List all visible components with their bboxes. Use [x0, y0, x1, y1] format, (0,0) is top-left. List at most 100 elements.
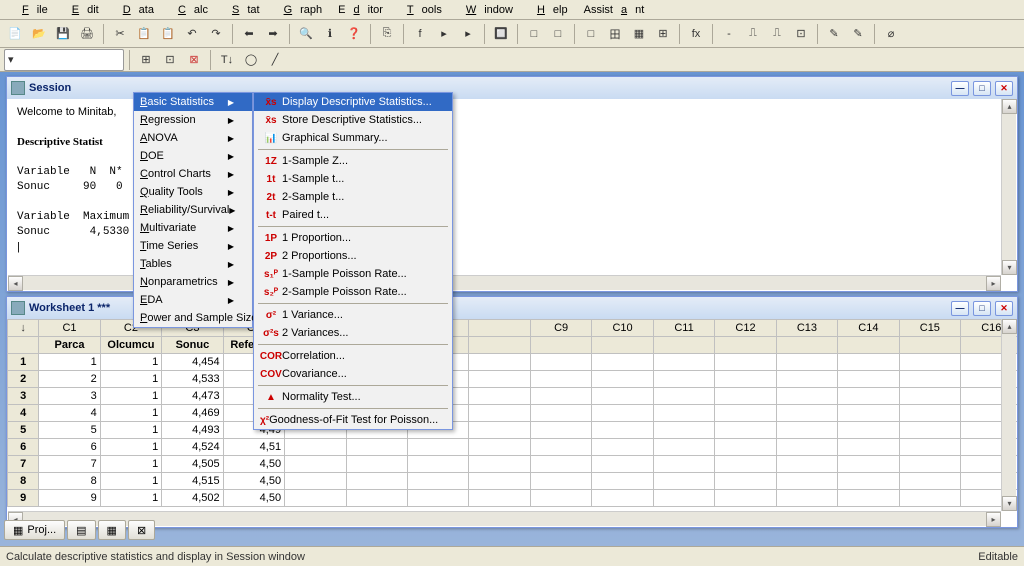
scroll-up-icon[interactable]: ▴ — [1002, 99, 1017, 114]
basic-stats-item[interactable]: 2t2-Sample t... — [254, 188, 452, 206]
tool-button[interactable]: ⎍ — [766, 23, 788, 45]
tool-dropdown-1[interactable]: ▾ — [4, 49, 124, 71]
tool-button[interactable]: 田 — [604, 23, 626, 45]
scroll-right-icon[interactable]: ▸ — [986, 512, 1001, 527]
scroll-up-icon[interactable]: ▴ — [1002, 319, 1017, 334]
scroll-right-icon[interactable]: ▸ — [986, 276, 1001, 291]
tool-button[interactable]: ✂ — [109, 23, 131, 45]
tool-button[interactable]: ✎ — [823, 23, 845, 45]
stat-menu-item[interactable]: Power and Sample Size▶ — [134, 309, 252, 327]
stat-menu-item[interactable]: Reliability/Survival▶ — [134, 201, 252, 219]
menu-data[interactable]: Data — [107, 2, 162, 18]
stat-menu[interactable]: Basic Statistics▶Regression▶ANOVA▶DOE▶Co… — [133, 92, 253, 328]
session-min[interactable]: — — [951, 81, 969, 96]
stat-menu-item[interactable]: DOE▶ — [134, 147, 252, 165]
menu-graph[interactable]: Graph — [268, 2, 331, 18]
menu-file[interactable]: File — [6, 2, 56, 18]
tool-button[interactable]: 🔲 — [490, 23, 512, 45]
tool-button[interactable]: ⎍ — [742, 23, 764, 45]
tool-button[interactable]: ▸ — [433, 23, 455, 45]
basic-stats-item[interactable]: x̄sDisplay Descriptive Statistics... — [254, 93, 452, 111]
tool-button[interactable]: fx — [685, 23, 707, 45]
session-vscroll[interactable]: ▴ ▾ — [1001, 99, 1016, 275]
menu-editor[interactable]: Editor — [330, 2, 391, 18]
worksheet-min[interactable]: — — [951, 301, 969, 316]
worksheet-vscroll[interactable]: ▴ ▾ — [1001, 319, 1016, 511]
worksheet-grid[interactable]: ↓C1C2C3C4C9C10C11C12C13C14C15C16C17C18Pa… — [7, 319, 1017, 507]
basic-statistics-menu[interactable]: x̄sDisplay Descriptive Statistics...x̄sS… — [253, 92, 453, 430]
tool-button[interactable]: 📂 — [28, 23, 50, 45]
tool-button[interactable]: f — [409, 23, 431, 45]
tool-button[interactable]: ↶ — [181, 23, 203, 45]
session-max[interactable]: □ — [973, 81, 991, 96]
basic-stats-item[interactable]: CORCorrelation... — [254, 347, 452, 365]
stat-menu-item[interactable]: Basic Statistics▶ — [134, 93, 252, 111]
stat-menu-item[interactable]: Nonparametrics▶ — [134, 273, 252, 291]
task-session[interactable]: ▤ — [67, 520, 95, 540]
basic-stats-item[interactable]: t-tPaired t... — [254, 206, 452, 224]
worksheet-max[interactable]: □ — [973, 301, 991, 316]
menu-edit[interactable]: Edit — [56, 2, 107, 18]
basic-stats-item[interactable]: 📊Graphical Summary... — [254, 129, 452, 147]
tool-button[interactable]: ℹ — [319, 23, 341, 45]
tool-button[interactable]: 📋 — [133, 23, 155, 45]
stat-menu-item[interactable]: EDA▶ — [134, 291, 252, 309]
tool-button[interactable]: ➡ — [262, 23, 284, 45]
menu-window[interactable]: Window — [450, 2, 521, 18]
tool-button[interactable]: ↷ — [205, 23, 227, 45]
tool-button[interactable]: 📋 — [157, 23, 179, 45]
basic-stats-item[interactable]: ▲Normality Test... — [254, 388, 452, 406]
tool-button[interactable]: ⌀ — [880, 23, 902, 45]
tool-extra-4[interactable]: T↓ — [216, 49, 238, 71]
menu-tools[interactable]: Tools — [391, 2, 450, 18]
tool-button[interactable]: ❓ — [343, 23, 365, 45]
tool-button[interactable]: ⊡ — [790, 23, 812, 45]
basic-stats-item[interactable]: 1t1-Sample t... — [254, 170, 452, 188]
stat-menu-item[interactable]: Multivariate▶ — [134, 219, 252, 237]
tool-extra-5[interactable]: ◯ — [240, 49, 262, 71]
stat-menu-item[interactable]: ANOVA▶ — [134, 129, 252, 147]
basic-stats-item[interactable]: σ²s2 Variances... — [254, 324, 452, 342]
tool-extra-1[interactable]: ⊞ — [135, 49, 157, 71]
menu-stat[interactable]: Stat — [216, 2, 268, 18]
scroll-down-icon[interactable]: ▾ — [1002, 496, 1017, 511]
tool-extra-6[interactable]: ╱ — [264, 49, 286, 71]
stat-menu-item[interactable]: Control Charts▶ — [134, 165, 252, 183]
menu-help[interactable]: Help — [521, 2, 576, 18]
tool-button[interactable]: □ — [523, 23, 545, 45]
tool-button[interactable]: - — [718, 23, 740, 45]
tool-button[interactable]: ▦ — [628, 23, 650, 45]
basic-stats-item[interactable]: s₂ᴾ2-Sample Poisson Rate... — [254, 283, 452, 301]
tool-button[interactable]: 📄 — [4, 23, 26, 45]
tool-extra-2[interactable]: ⊡ — [159, 49, 181, 71]
stat-menu-item[interactable]: Tables▶ — [134, 255, 252, 273]
basic-stats-item[interactable]: χ²Goodness-of-Fit Test for Poisson... — [254, 411, 452, 429]
tool-button[interactable]: ✎ — [847, 23, 869, 45]
tool-button[interactable]: □ — [547, 23, 569, 45]
tool-button[interactable]: ▸ — [457, 23, 479, 45]
basic-stats-item[interactable]: σ²1 Variance... — [254, 306, 452, 324]
task-project[interactable]: ▦ Proj... — [4, 520, 65, 540]
tool-button[interactable]: ⬅ — [238, 23, 260, 45]
stat-menu-item[interactable]: Regression▶ — [134, 111, 252, 129]
basic-stats-item[interactable]: COVCovariance... — [254, 365, 452, 383]
basic-stats-item[interactable]: 1Z1-Sample Z... — [254, 152, 452, 170]
stat-menu-item[interactable]: Time Series▶ — [134, 237, 252, 255]
tool-button[interactable]: □ — [580, 23, 602, 45]
basic-stats-item[interactable]: x̄sStore Descriptive Statistics... — [254, 111, 452, 129]
scroll-down-icon[interactable]: ▾ — [1002, 260, 1017, 275]
scroll-left-icon[interactable]: ◂ — [8, 276, 23, 291]
worksheet-close[interactable]: ✕ — [995, 301, 1013, 316]
tool-extra-3[interactable]: ⊠ — [183, 49, 205, 71]
tool-button[interactable]: 🔍 — [295, 23, 317, 45]
worksheet-hscroll[interactable]: ◂ ▸ — [8, 511, 1001, 526]
basic-stats-item[interactable]: 2P2 Proportions... — [254, 247, 452, 265]
tool-button[interactable]: 🖨 — [76, 23, 98, 45]
session-close[interactable]: ✕ — [995, 81, 1013, 96]
stat-menu-item[interactable]: Quality Tools▶ — [134, 183, 252, 201]
basic-stats-item[interactable]: 1P1 Proportion... — [254, 229, 452, 247]
menu-calc[interactable]: Calc — [162, 2, 216, 18]
tool-button[interactable]: ⊞ — [652, 23, 674, 45]
menu-assistant[interactable]: Assistant — [576, 2, 653, 18]
task-other[interactable]: ⊠ — [128, 520, 155, 540]
